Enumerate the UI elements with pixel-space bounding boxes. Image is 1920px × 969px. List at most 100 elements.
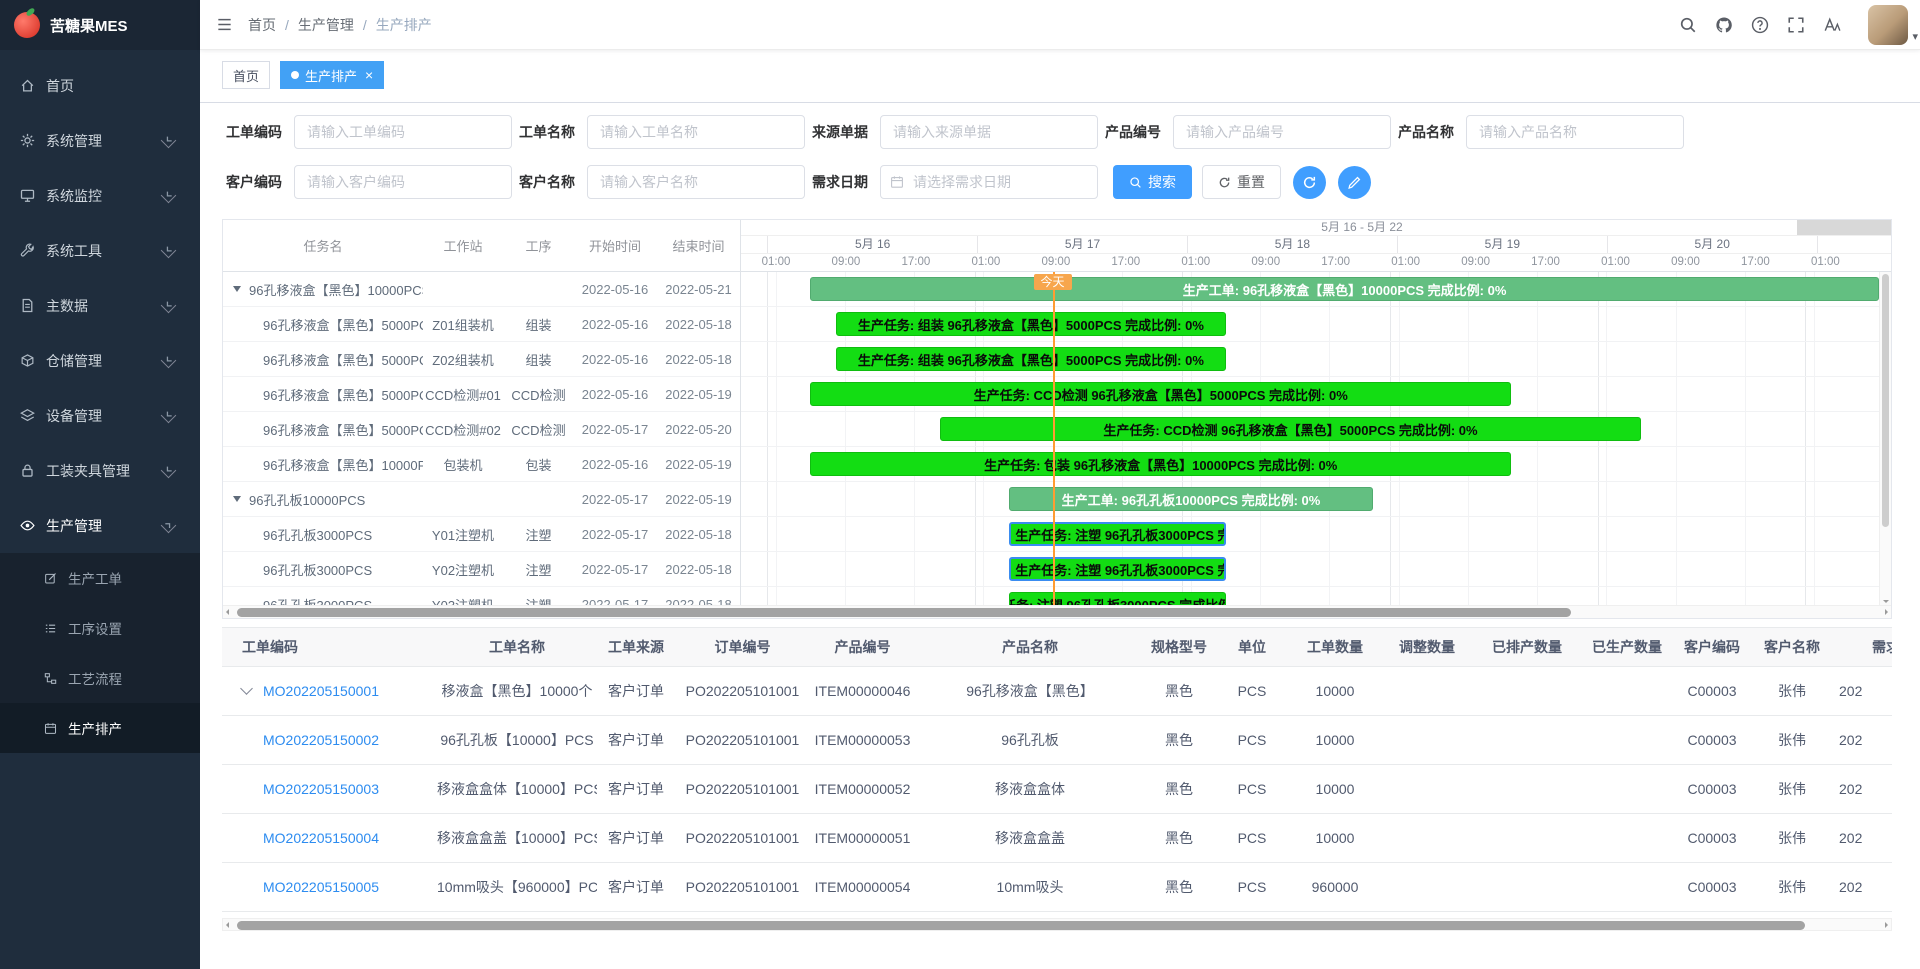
gantt-bar-row: 生产任务: 包装 96孔移液盒【黑色】10000PCS 完成比例: 0% — [741, 447, 1879, 482]
sidebar-item-system-management[interactable]: 系统管理 — [0, 113, 200, 168]
work-order-link[interactable]: MO202205150005 — [263, 879, 379, 895]
work-order-link[interactable]: MO202205150003 — [263, 781, 379, 797]
sidebar-item-production-workorder[interactable]: 生产工单 — [0, 553, 200, 603]
sidebar-item-warehouse-management[interactable]: 仓储管理 — [0, 333, 200, 388]
cell-work-order-name: 移液盒【黑色】10000个 — [437, 667, 597, 716]
gantt-task-bar[interactable]: 生产任务: CCD检测 96孔移液盒【黑色】5000PCS 完成比例: 0% — [810, 382, 1511, 406]
work-order-link[interactable]: MO202205150004 — [263, 830, 379, 846]
work-order-code-input[interactable] — [294, 115, 512, 149]
tab-production-scheduling[interactable]: 生产排产× — [280, 61, 384, 89]
table-row[interactable]: MO202205150004移液盒盒盖【10000】PCS客户订单PO20220… — [222, 814, 1892, 863]
gantt-bar-row: 生产任务: 组装 96孔移液盒【黑色】5000PCS 完成比例: 0% — [741, 342, 1879, 377]
github-button[interactable] — [1706, 0, 1742, 50]
scrollbar-thumb[interactable] — [237, 921, 1805, 930]
gantt-chart-area: 生产工单: 96孔移液盒【黑色】10000PCS 完成比例: 0% 生产任务: 组… — [741, 272, 1879, 605]
expand-chevron-icon[interactable] — [240, 682, 253, 695]
work-order-name-input[interactable] — [587, 115, 805, 149]
gantt-task-row[interactable]: 96孔孔板10000PCS2022-05-172022-05-19 — [223, 482, 740, 517]
work-order-link[interactable]: MO202205150001 — [263, 683, 379, 699]
sidebar-item-fixture-management[interactable]: 工装夹具管理 — [0, 443, 200, 498]
gantt-task-bar[interactable]: 生产任务: 注塑 96孔孔板3000PCS 完成比例: 0% — [1009, 522, 1225, 546]
edit-circle-button[interactable] — [1338, 166, 1371, 199]
reset-button[interactable]: 重置 — [1202, 165, 1281, 199]
gantt-task-row[interactable]: 96孔移液盒【黑色】10000PCS包装机包装2022-05-162022-05… — [223, 447, 740, 482]
scroll-left-arrow-icon[interactable] — [226, 922, 229, 928]
close-icon[interactable]: × — [365, 68, 373, 82]
source-doc-input[interactable] — [880, 115, 1098, 149]
sidebar-item-equipment-management[interactable]: 设备管理 — [0, 388, 200, 443]
gantt-task-bar[interactable]: 生产任务: 组装 96孔移液盒【黑色】5000PCS 完成比例: 0% — [836, 347, 1225, 371]
user-menu[interactable]: ▾ — [1868, 5, 1920, 45]
sidebar-item-system-monitor[interactable]: 系统监控 — [0, 168, 200, 223]
search-button[interactable] — [1670, 0, 1706, 50]
cell-unit: PCS — [1213, 814, 1291, 863]
cell-produced-qty — [1579, 814, 1675, 863]
fullscreen-button[interactable] — [1778, 0, 1814, 50]
gantt-task-bar[interactable]: 生产任务: 组装 96孔移液盒【黑色】5000PCS 完成比例: 0% — [836, 312, 1225, 336]
table-row[interactable]: MO202205150003移液盒盒体【10000】PCS客户订单PO20220… — [222, 765, 1892, 814]
scroll-right-arrow-icon[interactable] — [1885, 609, 1888, 615]
collapse-caret-icon[interactable] — [233, 496, 241, 502]
gantt-task-row[interactable]: 96孔孔板3000PCSY02注塑机注塑2022-05-172022-05-18 — [223, 552, 740, 587]
sidebar-item-master-data[interactable]: 主数据 — [0, 278, 200, 333]
font-size-button[interactable] — [1814, 0, 1850, 50]
column-header-demand-date: 需求日期 — [1835, 628, 1892, 667]
sidebar-item-home[interactable]: 首页 — [0, 58, 200, 113]
gantt-task-row[interactable]: 96孔移液盒【黑色】10000PCS2022-05-162022-05-21 — [223, 272, 740, 307]
gantt-task-row[interactable]: 96孔孔板3000PCSY01注塑机注塑2022-05-172022-05-18 — [223, 517, 740, 552]
table-row[interactable]: MO202205150001移液盒【黑色】10000个客户订单PO2022051… — [222, 667, 1892, 716]
gantt-task-row[interactable]: 96孔移液盒【黑色】5000PCSCCD检测#01CCD检测2022-05-16… — [223, 377, 740, 412]
avatar[interactable] — [1868, 5, 1908, 45]
sidebar-item-production-management[interactable]: 生产管理 — [0, 498, 200, 553]
gantt-column-header: 结束时间 — [656, 236, 741, 255]
sidebar-item-process-flow[interactable]: 工艺流程 — [0, 653, 200, 703]
cell-customer-code: C00003 — [1675, 716, 1749, 765]
scrollbar-thumb[interactable] — [237, 608, 1571, 617]
breadcrumb-item[interactable]: 首页 — [248, 15, 276, 35]
gantt-task-bar[interactable]: 生产任务: 注塑 96孔孔板3000PCS 完成比例: 0% — [1009, 592, 1225, 605]
sidebar-item-production-scheduling[interactable]: 生产排产 — [0, 703, 200, 753]
sidebar-item-process-settings[interactable]: 工序设置 — [0, 603, 200, 653]
scrollbar-thumb[interactable] — [1882, 274, 1889, 527]
gantt-task-bar[interactable]: 生产任务: 注塑 96孔孔板3000PCS 完成比例: 0% — [1009, 557, 1225, 581]
scroll-right-arrow-icon[interactable] — [1885, 922, 1888, 928]
scroll-left-arrow-icon[interactable] — [226, 609, 229, 615]
breadcrumb-item[interactable]: 生产管理 — [298, 15, 354, 35]
help-button[interactable] — [1742, 0, 1778, 50]
table-horizontal-scrollbar[interactable] — [222, 918, 1892, 931]
work-order-link[interactable]: MO202205150002 — [263, 732, 379, 748]
tab-home[interactable]: 首页 — [222, 61, 270, 89]
task-start: 2022-05-17 — [574, 527, 656, 542]
demand-date-input[interactable] — [880, 165, 1098, 199]
task-end: 2022-05-18 — [656, 562, 741, 577]
collapse-caret-icon[interactable] — [233, 286, 241, 292]
gantt-horizontal-scrollbar[interactable] — [223, 605, 1891, 618]
gantt-order-bar[interactable]: 生产工单: 96孔孔板10000PCS 完成比例: 0% — [1009, 487, 1372, 511]
column-header-produced-qty: 已生产数量 — [1579, 628, 1675, 667]
gantt-task-row[interactable]: 96孔移液盒【黑色】5000PCSCCD检测#02CCD检测2022-05-17… — [223, 412, 740, 447]
sidebar-item-system-tools[interactable]: 系统工具 — [0, 223, 200, 278]
product-code-input[interactable] — [1173, 115, 1391, 149]
task-end: 2022-05-19 — [656, 492, 741, 507]
customer-name-input[interactable] — [587, 165, 805, 199]
gantt-task-row[interactable]: 96孔移液盒【黑色】5000PCSZ02组装机组装2022-05-162022-… — [223, 342, 740, 377]
gantt-task-bar[interactable]: 生产任务: CCD检测 96孔移液盒【黑色】5000PCS 完成比例: 0% — [940, 417, 1641, 441]
refresh-circle-button[interactable] — [1293, 166, 1326, 199]
gantt-task-row[interactable]: 96孔孔板3000PCSY03注塑机注塑2022-05-172022-05-18 — [223, 587, 740, 605]
sidebar-toggle-button[interactable] — [200, 0, 248, 50]
gantt-vertical-scrollbar[interactable] — [1879, 272, 1891, 605]
table-row[interactable]: MO20220515000296孔孔板【10000】PCS客户订单PO20220… — [222, 716, 1892, 765]
column-header-adjust-qty: 调整数量 — [1379, 628, 1475, 667]
gantt-task-row[interactable]: 96孔移液盒【黑色】5000PCSZ01组装机组装2022-05-162022-… — [223, 307, 740, 342]
table-row[interactable]: MO20220515000510mm吸头【960000】PCS客户订单PO202… — [222, 863, 1892, 912]
task-name-cell: 96孔移液盒【黑色】5000PCS — [223, 420, 423, 439]
cell-customer-code: C00003 — [1675, 765, 1749, 814]
gantt-task-bar[interactable]: 生产任务: 包装 96孔移液盒【黑色】10000PCS 完成比例: 0% — [810, 452, 1511, 476]
search-button[interactable]: 搜索 — [1113, 165, 1192, 199]
app-logo[interactable]: 苦糖果MES — [0, 0, 200, 50]
gantt-order-bar[interactable]: 生产工单: 96孔移液盒【黑色】10000PCS 完成比例: 0% — [810, 277, 1879, 301]
customer-code-input[interactable] — [294, 165, 512, 199]
scroll-down-arrow-icon[interactable] — [1883, 600, 1889, 603]
gantt-bar-row: 生产任务: CCD检测 96孔移液盒【黑色】5000PCS 完成比例: 0% — [741, 377, 1879, 412]
product-name-input[interactable] — [1466, 115, 1684, 149]
